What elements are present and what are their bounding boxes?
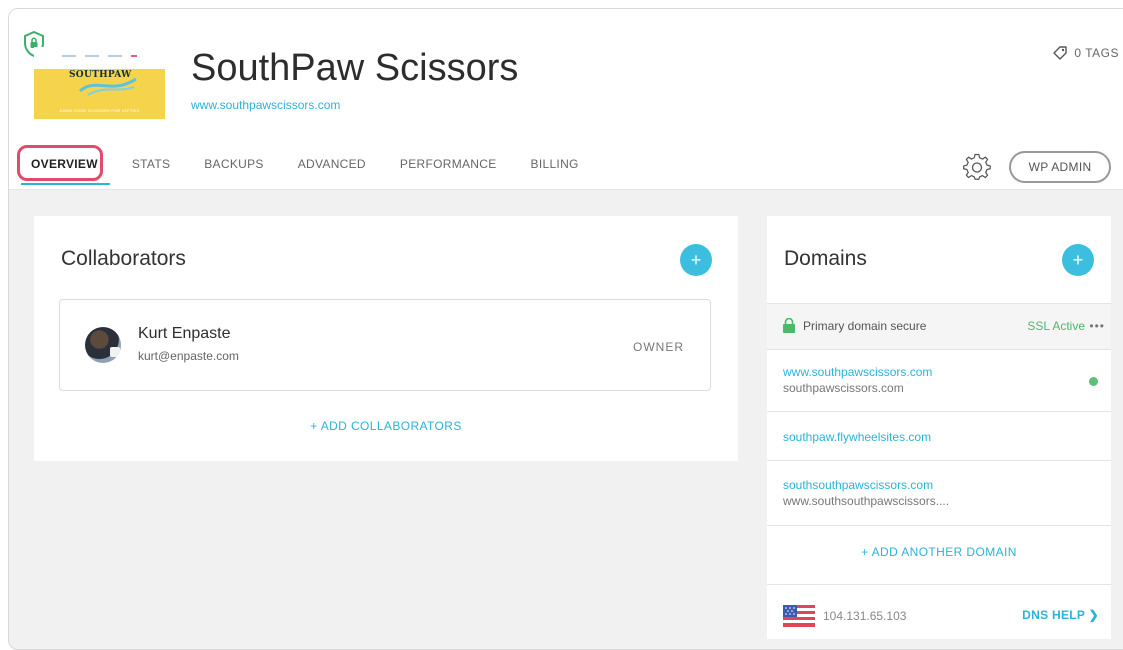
site-thumbnail[interactable]: SOUTHPAW DAMN GOOD SCISSORS FOR LEFTIES [34, 47, 165, 119]
lock-icon [783, 318, 795, 333]
add-another-domain-link[interactable]: + ADD ANOTHER DOMAIN [767, 545, 1111, 559]
collaborators-card: Collaborators + Kurt Enpaste kurt@enpast… [34, 216, 738, 461]
wp-admin-button[interactable]: WP ADMIN [1009, 151, 1111, 183]
status-dot-icon [1089, 377, 1098, 386]
plus-icon: + [690, 249, 702, 270]
collaborator-email: kurt@enpaste.com [138, 349, 239, 363]
domain-link[interactable]: www.southpawscissors.com [783, 365, 932, 379]
us-flag-icon [783, 605, 815, 627]
tab-label: BACKUPS [204, 157, 264, 171]
tab-billing[interactable]: BILLING [531, 157, 579, 171]
domain-row[interactable]: southsouthpawscissors.com www.southsouth… [767, 460, 1111, 525]
gear-icon[interactable] [963, 153, 991, 181]
domain-link[interactable]: southpaw.flywheelsites.com [783, 430, 931, 444]
tab-performance[interactable]: PERFORMANCE [400, 157, 497, 171]
domain-link[interactable]: southsouthpawscissors.com [783, 478, 933, 492]
add-collaborators-link[interactable]: + ADD COLLABORATORS [34, 419, 738, 433]
tags-label: 0 TAGS [1074, 46, 1119, 60]
site-header: SOUTHPAW DAMN GOOD SCISSORS FOR LEFTIES … [9, 9, 1123, 190]
collaborators-title: Collaborators [61, 247, 186, 270]
thumb-tagline: DAMN GOOD SCISSORS FOR LEFTIES [59, 108, 140, 113]
domains-title: Domains [784, 247, 867, 270]
domains-card: Domains + Primary domain secure SSL Acti… [767, 216, 1111, 639]
primary-domain-status: Primary domain secure [803, 319, 927, 333]
tab-label: BILLING [530, 157, 579, 171]
ip-address: 104.131.65.103 [823, 609, 907, 623]
domain-row[interactable]: southpaw.flywheelsites.com [767, 411, 1111, 460]
thumb-top-bar [34, 47, 165, 69]
ssl-status: SSL Active [1027, 319, 1085, 333]
tab-backups[interactable]: BACKUPS [204, 157, 263, 171]
dns-help-link[interactable]: DNS HELP ❯ [1022, 608, 1099, 622]
active-tab-underline [21, 183, 110, 185]
tab-advanced[interactable]: ADVANCED [298, 157, 366, 171]
add-domain-row: + ADD ANOTHER DOMAIN [767, 525, 1111, 584]
collaborator-name: Kurt Enpaste [138, 325, 231, 342]
site-url-link[interactable]: www.southpawscissors.com [191, 98, 340, 112]
domain-row[interactable]: www.southpawscissors.com southpawscissor… [767, 349, 1111, 411]
more-dots-icon[interactable]: ••• [1089, 319, 1105, 333]
domain-alias: southpawscissors.com [783, 381, 904, 395]
tab-label: PERFORMANCE [399, 157, 497, 171]
tab-label: ADVANCED [297, 157, 366, 171]
tab-highlight-ring [17, 145, 103, 181]
tags-button[interactable]: 0 TAGS [1052, 45, 1119, 61]
app-window: SOUTHPAW DAMN GOOD SCISSORS FOR LEFTIES … [8, 8, 1123, 650]
collaborator-role: OWNER [633, 340, 684, 354]
domain-alias: www.southsouthpawscissors.... [783, 494, 950, 508]
dns-row: 104.131.65.103 DNS HELP ❯ [767, 584, 1111, 639]
site-title: SouthPaw Scissors [191, 47, 519, 89]
tab-label: STATS [131, 157, 171, 171]
collaborator-row[interactable]: Kurt Enpaste kurt@enpaste.com OWNER [59, 299, 711, 391]
avatar [85, 327, 121, 363]
thumb-nav [34, 55, 165, 57]
thumb-logo: SOUTHPAW [69, 70, 132, 80]
tab-overview[interactable]: OVERVIEW [17, 145, 110, 185]
add-collaborator-button[interactable]: + [680, 244, 712, 276]
tag-icon [1053, 46, 1068, 60]
tab-bar: OVERVIEW STATS BACKUPS ADVANCED PERFORMA… [17, 145, 613, 185]
primary-domain-row: Primary domain secure SSL Active ••• [767, 303, 1111, 349]
add-domain-button[interactable]: + [1062, 244, 1094, 276]
plus-icon: + [1072, 249, 1084, 270]
tab-stats[interactable]: STATS [132, 157, 170, 171]
